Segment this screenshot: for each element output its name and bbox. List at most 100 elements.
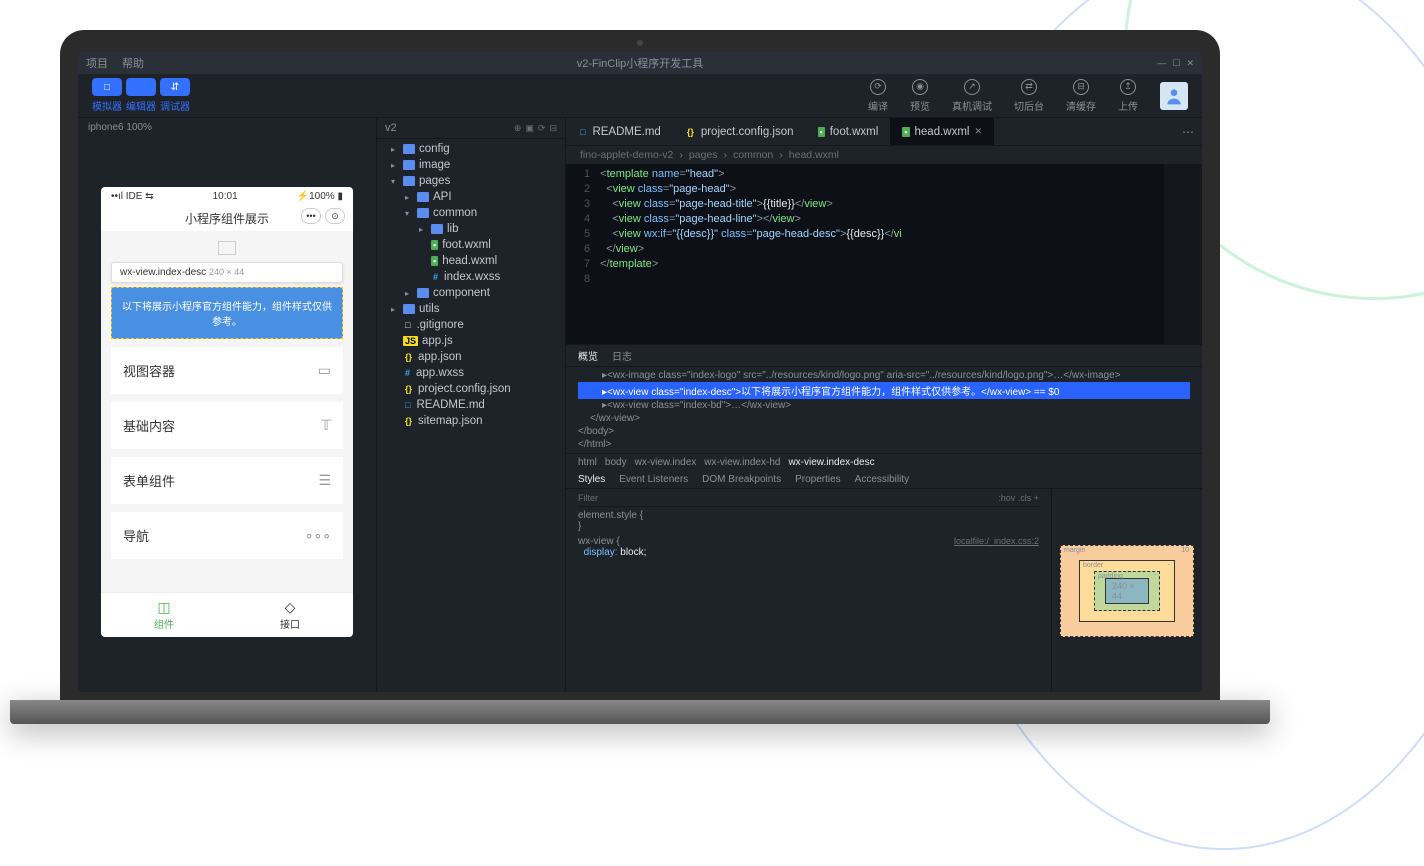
styles-subtab[interactable]: Event Listeners: [619, 474, 688, 485]
tool-btn-切后台[interactable]: ⇄切后台: [1014, 79, 1044, 113]
tree-node[interactable]: □README.md: [377, 397, 565, 413]
capsule-menu-icon[interactable]: •••: [301, 208, 321, 224]
element-tooltip: wx-view.index-desc 240 × 44: [111, 262, 343, 283]
styles-panel[interactable]: Filter :hov .cls + element.style {}</spa…: [566, 489, 1052, 692]
list-item[interactable]: 表单组件☰: [111, 457, 343, 504]
box-model: margin10 border- padding- 240 × 44: [1052, 489, 1202, 692]
mode-btn-调试器[interactable]: ⇵调试器: [160, 78, 190, 113]
folder-icon: [403, 160, 415, 170]
phone-tab[interactable]: ◫组件: [101, 593, 227, 637]
capsule-close-icon[interactable]: ⊙: [325, 208, 345, 224]
styles-subtab[interactable]: Styles: [578, 474, 605, 485]
tree-node[interactable]: ▸utils: [377, 301, 565, 317]
tree-node[interactable]: ▸API: [377, 189, 565, 205]
styles-subtab[interactable]: DOM Breakpoints: [702, 474, 781, 485]
dt-tab-log[interactable]: 日志: [612, 348, 632, 363]
file-icon: ▪: [431, 256, 438, 266]
tree-node[interactable]: ▾common: [377, 205, 565, 221]
tool-btn-编译[interactable]: ⟳编译: [868, 79, 888, 113]
crumb-item[interactable]: wx-view.index-desc: [788, 457, 874, 468]
tool-btn-预览[interactable]: ◉预览: [910, 79, 930, 113]
tree-node[interactable]: #index.wxss: [377, 269, 565, 285]
dom-breadcrumb[interactable]: html body wx-view.index wx-view.index-hd wx-…: [566, 453, 1202, 471]
dt-tab-overview[interactable]: 概览: [578, 348, 598, 363]
crumb-item[interactable]: html: [578, 457, 597, 468]
list-item[interactable]: 导航∘∘∘: [111, 512, 343, 559]
window-title: v2-FinClip小程序开发工具: [577, 55, 704, 71]
tool-btn-清缓存[interactable]: ⊟清缓存: [1066, 79, 1096, 113]
crumb-item[interactable]: wx-view.index: [635, 457, 697, 468]
mode-btn-模拟器[interactable]: □模拟器: [92, 78, 122, 113]
folder-icon: [403, 144, 415, 154]
menu-project[interactable]: 项目: [86, 55, 108, 71]
tree-node[interactable]: ▸component: [377, 285, 565, 301]
folder-icon: [403, 176, 415, 186]
tree-node[interactable]: ▸lib: [377, 221, 565, 237]
tool-btn-上传[interactable]: ↥上传: [1118, 79, 1138, 113]
phone-preview: ••ıl IDE ⇆ 10:01 ⚡100% ▮ 小程序组件展示 ••• ⊙: [101, 187, 353, 637]
tree-node[interactable]: ▪foot.wxml: [377, 237, 565, 253]
editor-tab[interactable]: □README.md: [566, 118, 673, 145]
tree-node[interactable]: ▸image: [377, 157, 565, 173]
file-icon: #: [431, 272, 440, 282]
tree-node[interactable]: #app.wxss: [377, 365, 565, 381]
tree-node[interactable]: JSapp.js: [377, 333, 565, 349]
file-icon: #: [403, 368, 412, 378]
editor-tab[interactable]: ▪foot.wxml: [806, 118, 891, 145]
file-icon: □: [403, 320, 412, 330]
crumb-item[interactable]: body: [605, 457, 627, 468]
breadcrumb: fino-applet-demo-v2›pages›common›head.wx…: [566, 146, 1202, 164]
editor-tab[interactable]: ▪head.wxml✕: [890, 118, 994, 145]
window-close-icon[interactable]: ✕: [1186, 58, 1194, 69]
titlebar: 项目 帮助 v2-FinClip小程序开发工具 — ☐ ✕: [78, 52, 1202, 74]
tree-node[interactable]: □.gitignore: [377, 317, 565, 333]
crumb-item[interactable]: wx-view.index-hd: [704, 457, 780, 468]
folder-icon: [417, 288, 429, 298]
tree-node[interactable]: ▾pages: [377, 173, 565, 189]
phone-tab[interactable]: ◇接口: [227, 593, 353, 637]
file-explorer: v2 ⊕ ▣ ⟳ ⊟ ▸config▸image▾pages▸API▾commo…: [376, 118, 566, 692]
toolbar: □模拟器编辑器⇵调试器 ⟳编译 ◉预览 ↗真机调试 ⇄切后台 ⊟清缓存 ↥上传: [78, 74, 1202, 118]
styles-subtab[interactable]: Properties: [795, 474, 841, 485]
code-editor[interactable]: 12345678 <template name="head"> <view cl…: [566, 164, 1202, 344]
filter-input[interactable]: Filter: [578, 493, 598, 503]
dom-tree[interactable]: ▸<wx-image class="index-logo" src="../re…: [566, 367, 1202, 453]
highlighted-element[interactable]: 以下将展示小程序官方组件能力，组件样式仅供参考。: [111, 287, 343, 339]
file-icon: ▪: [431, 240, 438, 250]
list-item[interactable]: 视图容器▭: [111, 347, 343, 394]
file-icon: {}: [403, 416, 414, 426]
laptop-frame: 项目 帮助 v2-FinClip小程序开发工具 — ☐ ✕ □模拟器编辑器⇵调试…: [60, 30, 1220, 724]
styles-subtab[interactable]: Accessibility: [855, 474, 909, 485]
simulator-panel: iphone6 100% ••ıl IDE ⇆ 10:01 ⚡100% ▮ 小程…: [78, 118, 376, 692]
tool-btn-真机调试[interactable]: ↗真机调试: [952, 79, 992, 113]
tree-node[interactable]: ▪head.wxml: [377, 253, 565, 269]
sb-signal: ••ıl IDE ⇆: [111, 191, 154, 202]
editor-panel: □README.md{}project.config.json▪foot.wxm…: [566, 118, 1202, 692]
avatar[interactable]: [1160, 82, 1188, 110]
editor-tab[interactable]: {}project.config.json: [673, 118, 806, 145]
sb-battery: ⚡100% ▮: [297, 191, 343, 202]
devtools-panel: 概览 日志 ▸<wx-image class="index-logo" src=…: [566, 344, 1202, 692]
minimap[interactable]: [1164, 164, 1202, 344]
styles-actions[interactable]: :hov .cls +: [998, 493, 1039, 503]
menu-help[interactable]: 帮助: [122, 55, 144, 71]
tab-close-icon[interactable]: ✕: [974, 126, 982, 137]
tab-overflow-icon[interactable]: ⋯: [1174, 125, 1202, 139]
refresh-icon[interactable]: ⟳: [538, 123, 546, 134]
mode-btn-编辑器[interactable]: 编辑器: [126, 78, 156, 113]
device-label[interactable]: iphone6 100%: [78, 118, 376, 137]
tree-node[interactable]: ▸config: [377, 141, 565, 157]
tree-node[interactable]: {}app.json: [377, 349, 565, 365]
collapse-icon[interactable]: ⊟: [549, 123, 557, 134]
new-folder-icon[interactable]: ▣: [525, 123, 534, 134]
new-file-icon[interactable]: ⊕: [514, 123, 522, 134]
window-min-icon[interactable]: —: [1157, 58, 1166, 69]
tree-node[interactable]: {}project.config.json: [377, 381, 565, 397]
window-max-icon[interactable]: ☐: [1172, 58, 1180, 69]
tree-root[interactable]: v2: [385, 122, 397, 134]
folder-icon: [403, 304, 415, 314]
list-item[interactable]: 基础内容𝕋: [111, 402, 343, 449]
folder-icon: [417, 192, 429, 202]
tree-node[interactable]: {}sitemap.json: [377, 413, 565, 429]
file-icon: □: [403, 400, 412, 410]
